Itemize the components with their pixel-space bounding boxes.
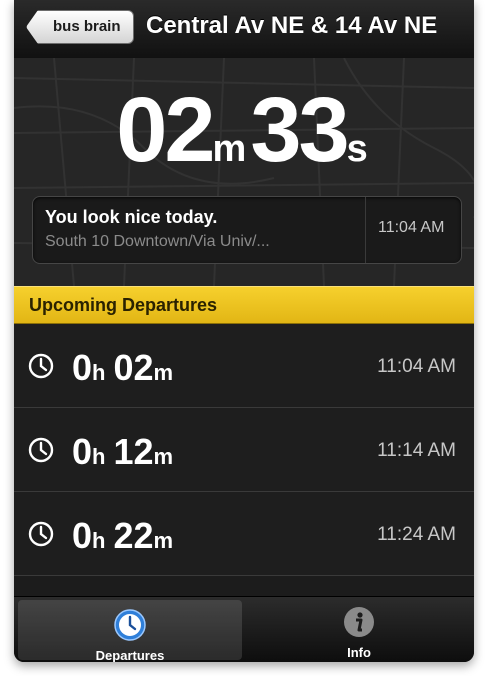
wait-hours: 0 (72, 431, 93, 472)
next-departure-card[interactable]: You look nice today. South 10 Downtown/V… (32, 196, 462, 264)
countdown-seconds: 33 (250, 79, 349, 181)
card-divider (365, 197, 366, 263)
wait-hours-unit: h (92, 360, 106, 385)
wait-hours: 0 (72, 515, 93, 556)
countdown-minutes: 02 (116, 79, 215, 181)
wait-minutes: 02 (113, 347, 154, 388)
wait-minutes: 22 (113, 515, 154, 556)
route-name: South 10 Downtown/Via Univ/... (45, 233, 270, 250)
countdown-panel: 02m33s You look nice today. South 10 Dow… (14, 58, 474, 286)
departure-row[interactable]: 0h 12m 11:14 AM (14, 408, 474, 492)
tab-bar: Departures Info (14, 596, 474, 662)
clock-icon (28, 353, 54, 379)
app-screen: bus brain Central Av NE & 14 Av NE 02m33… (14, 0, 474, 662)
countdown-seconds-unit: s (346, 128, 368, 170)
back-button-label: bus brain (53, 18, 121, 35)
wait-minutes-unit: m (153, 444, 174, 469)
wait-minutes-unit: m (153, 528, 174, 553)
wait-hours-unit: h (92, 528, 106, 553)
wait-minutes: 12 (113, 431, 154, 472)
tab-label: Departures (95, 648, 165, 662)
greeting-message: You look nice today. (45, 207, 218, 227)
clock-icon (28, 521, 54, 547)
page-title: Central Av NE & 14 Av NE (146, 12, 438, 39)
departure-row[interactable]: 0h 02m 11:04 AM (14, 324, 474, 408)
departure-wait: 0h 22m (72, 515, 181, 557)
tab-departures[interactable]: Departures (18, 600, 242, 662)
next-departure-time: 11:04 AM (378, 219, 445, 236)
tab-label: Info (347, 645, 371, 660)
tab-info[interactable]: Info (244, 597, 474, 662)
info-icon (344, 607, 374, 637)
departure-wait: 0h 12m (72, 431, 181, 473)
countdown-minutes-unit: m (212, 128, 247, 170)
navigation-bar: bus brain Central Av NE & 14 Av NE (14, 0, 474, 59)
wait-hours-unit: h (92, 444, 106, 469)
wait-minutes-unit: m (153, 360, 174, 385)
departure-time: 11:14 AM (377, 440, 456, 461)
departures-list: 0h 02m 11:04 AM 0h 12m 11:14 AM 0h 22m 11:2… (14, 324, 474, 576)
departure-wait: 0h 02m (72, 347, 181, 389)
clock-icon (114, 609, 146, 641)
wait-hours: 0 (72, 347, 93, 388)
clock-icon (28, 437, 54, 463)
section-header-upcoming: Upcoming Departures (14, 286, 474, 324)
back-button[interactable]: bus brain (26, 10, 134, 44)
departure-time: 11:24 AM (377, 524, 456, 545)
countdown-timer: 02m33s (14, 78, 474, 183)
departure-time: 11:04 AM (377, 356, 456, 377)
departure-row[interactable]: 0h 22m 11:24 AM (14, 492, 474, 576)
